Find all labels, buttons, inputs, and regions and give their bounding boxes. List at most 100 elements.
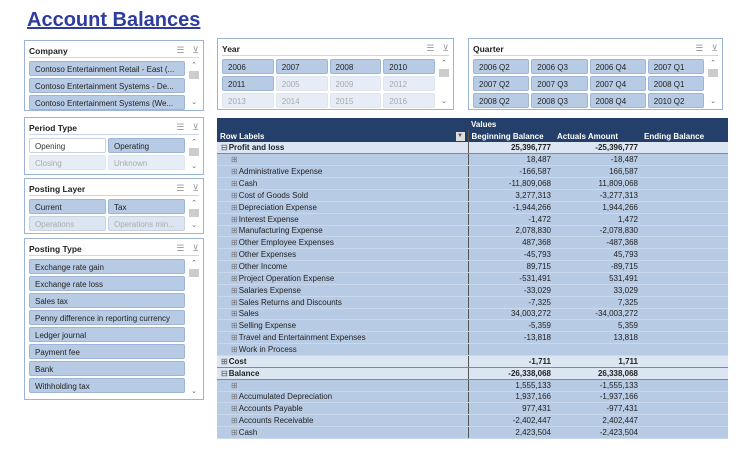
scroll-up-icon[interactable]: ⌃ [189, 138, 199, 146]
scroll-thumb[interactable] [708, 69, 718, 77]
expand-icon[interactable]: ⊞ [231, 309, 238, 318]
slicer-item[interactable]: Sales tax [29, 293, 185, 308]
expand-icon[interactable]: ⊞ [231, 238, 238, 247]
expand-icon[interactable]: ⊞ [231, 416, 238, 425]
clear-filter-icon[interactable]: ⊻ [192, 45, 199, 56]
slicer-item[interactable]: Bank [29, 361, 185, 376]
expand-icon[interactable]: ⊞ [231, 333, 238, 342]
expand-icon[interactable]: ⊞ [231, 250, 238, 259]
slicer-item[interactable]: Operations min... [108, 216, 185, 231]
slicer-item[interactable]: 2013 [222, 93, 274, 108]
clear-filter-icon[interactable]: ⊻ [192, 122, 199, 133]
expand-icon[interactable]: ⊞ [231, 226, 238, 235]
scroll-up-icon[interactable]: ⌃ [189, 199, 199, 207]
scroll-up-icon[interactable]: ⌃ [708, 59, 718, 67]
slicer-item[interactable]: Tax [108, 199, 185, 214]
slicer-item[interactable]: Exchange rate gain [29, 259, 185, 274]
clear-filter-icon[interactable]: ⊻ [192, 243, 199, 254]
slicer-item[interactable]: Operating [108, 138, 185, 153]
expand-icon[interactable]: ⊞ [231, 155, 238, 164]
scrollbar[interactable]: ⌃ ⌄ [189, 199, 199, 229]
scroll-thumb[interactable] [189, 269, 199, 277]
scroll-up-icon[interactable]: ⌃ [189, 259, 199, 267]
expand-icon[interactable]: ⊞ [231, 381, 238, 390]
expand-icon[interactable]: ⊞ [231, 321, 238, 330]
scrollbar[interactable]: ⌃ ⌄ [708, 59, 718, 105]
expand-icon[interactable]: ⊞ [231, 215, 238, 224]
collapse-icon[interactable]: ⊟ [221, 143, 228, 152]
multi-select-icon[interactable]: ☰ [176, 122, 184, 133]
expand-icon[interactable]: ⊞ [231, 286, 238, 295]
slicer-item[interactable]: 2007 Q3 [531, 76, 588, 91]
slicer-item[interactable]: 2008 Q2 [473, 93, 530, 108]
scroll-thumb[interactable] [439, 69, 449, 77]
expand-icon[interactable]: ⊞ [231, 298, 238, 307]
multi-select-icon[interactable]: ☰ [426, 43, 434, 54]
slicer-item[interactable]: 2009 [329, 76, 382, 91]
slicer-item[interactable]: Contoso Entertainment Systems - De... [29, 78, 185, 93]
scroll-down-icon[interactable]: ⌄ [439, 97, 449, 105]
slicer-item[interactable]: 2006 Q3 [531, 59, 588, 74]
slicer-item[interactable]: 2007 [275, 59, 328, 74]
expand-icon[interactable]: ⊞ [231, 179, 238, 188]
slicer-item[interactable]: Penny difference in reporting currency [29, 310, 185, 325]
slicer-item[interactable]: 2008 [329, 59, 382, 74]
slicer-item[interactable]: 2007 Q1 [647, 59, 704, 74]
slicer-item[interactable]: 2010 Q2 [647, 93, 704, 108]
expand-icon[interactable]: ⊞ [231, 274, 238, 283]
slicer-item[interactable]: 2005 [275, 76, 328, 91]
slicer-item[interactable]: Payment fee [29, 344, 185, 359]
multi-select-icon[interactable]: ☰ [176, 45, 184, 56]
slicer-item[interactable]: Operations [29, 216, 106, 231]
scroll-down-icon[interactable]: ⌄ [189, 98, 199, 106]
multi-select-icon[interactable]: ☰ [176, 243, 184, 254]
scroll-thumb[interactable] [189, 71, 199, 79]
scrollbar[interactable]: ⌃ ⌄ [189, 138, 199, 170]
slicer-item[interactable]: Contoso Entertainment Retail - East (... [29, 61, 185, 76]
slicer-item[interactable]: 2008 Q1 [647, 76, 704, 91]
slicer-item[interactable]: Contoso Entertainment Systems (We... [29, 95, 185, 110]
collapse-icon[interactable]: ⊟ [221, 369, 228, 378]
slicer-item[interactable]: Exchange rate loss [29, 276, 185, 291]
clear-filter-icon[interactable]: ⊻ [192, 183, 199, 194]
multi-select-icon[interactable]: ☰ [695, 43, 703, 54]
expand-icon[interactable]: ⊞ [231, 203, 238, 212]
slicer-item[interactable]: 2015 [329, 93, 382, 108]
scroll-thumb[interactable] [189, 209, 199, 217]
slicer-item[interactable]: Unknown [108, 155, 185, 170]
slicer-item[interactable]: Opening [29, 138, 106, 153]
expand-icon[interactable]: ⊞ [231, 262, 238, 271]
scroll-down-icon[interactable]: ⌄ [189, 162, 199, 170]
expand-icon[interactable]: ⊞ [231, 392, 238, 401]
slicer-item[interactable]: Current [29, 199, 106, 214]
slicer-item[interactable]: 2007 Q2 [473, 76, 530, 91]
expand-icon[interactable]: ⊞ [231, 191, 238, 200]
slicer-item[interactable]: 2016 [383, 93, 435, 108]
slicer-item[interactable]: Ledger journal [29, 327, 185, 342]
expand-icon[interactable]: ⊞ [231, 404, 238, 413]
slicer-item[interactable]: 2008 Q3 [531, 93, 588, 108]
multi-select-icon[interactable]: ☰ [176, 183, 184, 194]
scrollbar[interactable]: ⌃ ⌄ [439, 59, 449, 105]
scroll-down-icon[interactable]: ⌄ [189, 221, 199, 229]
expand-icon[interactable]: ⊞ [231, 345, 238, 354]
slicer-item[interactable]: 2011 [222, 76, 274, 91]
expand-icon[interactable]: ⊞ [221, 357, 228, 366]
slicer-item[interactable]: 2007 Q4 [589, 76, 646, 91]
expand-icon[interactable]: ⊞ [231, 167, 238, 176]
scroll-up-icon[interactable]: ⌃ [189, 61, 199, 69]
scroll-thumb[interactable] [189, 148, 199, 156]
scrollbar[interactable]: ⌃ ⌄ [189, 61, 199, 106]
expand-icon[interactable]: ⊞ [231, 428, 238, 437]
scroll-up-icon[interactable]: ⌃ [439, 59, 449, 67]
slicer-item[interactable]: 2006 [222, 59, 274, 74]
scroll-down-icon[interactable]: ⌄ [708, 97, 718, 105]
slicer-item[interactable]: 2010 [383, 59, 435, 74]
slicer-item[interactable]: 2006 Q4 [589, 59, 646, 74]
slicer-item[interactable]: 2012 [383, 76, 435, 91]
filter-dropdown-icon[interactable]: ▼ [455, 131, 465, 141]
slicer-item[interactable]: Withholding tax [29, 378, 185, 393]
slicer-item[interactable]: 2006 Q2 [473, 59, 530, 74]
clear-filter-icon[interactable]: ⊻ [711, 43, 718, 54]
scroll-down-icon[interactable]: ⌄ [189, 387, 199, 395]
